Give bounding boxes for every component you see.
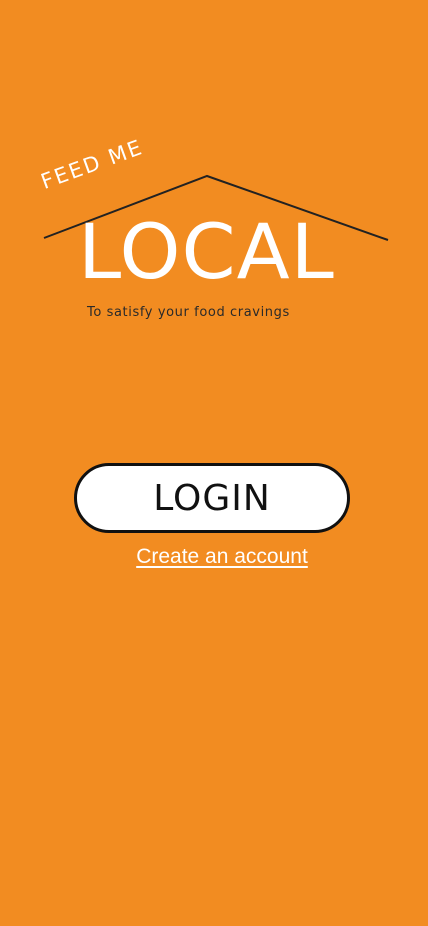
login-button[interactable]: LOGIN (74, 463, 350, 533)
logo-title: LOCAL (78, 207, 335, 296)
app-logo: FEED ME LOCAL To satisfy your food cravi… (0, 0, 428, 340)
create-account-link[interactable]: Create an account (0, 545, 428, 569)
logo-tagline: To satisfy your food cravings (87, 305, 290, 320)
